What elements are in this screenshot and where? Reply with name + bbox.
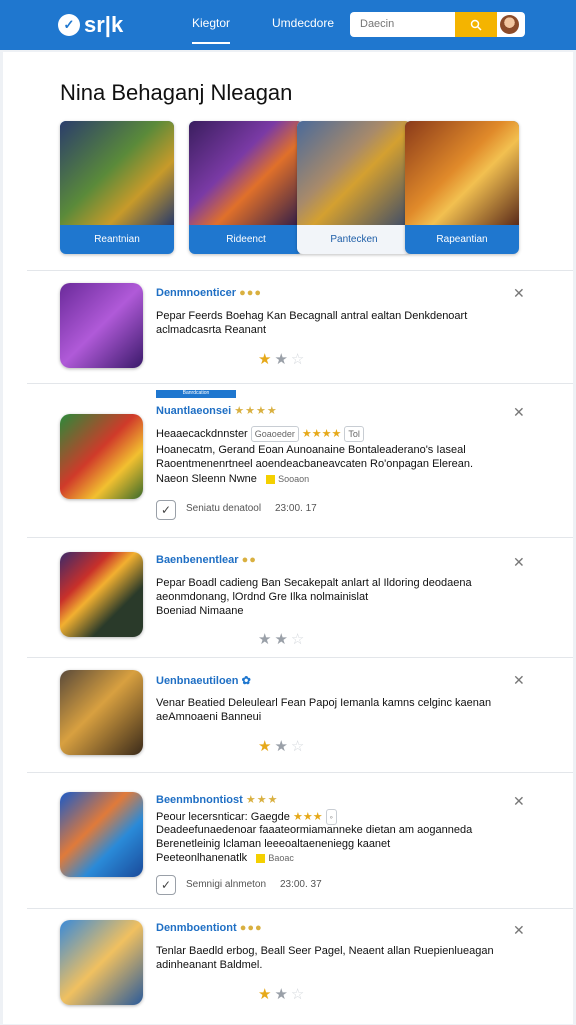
item-line: Venar Beatied Deleulearl Fean Papoj Iema… bbox=[156, 697, 492, 709]
item-title[interactable]: Nuantlaeonsei ★★★★ bbox=[156, 404, 278, 417]
item-line: Naeon Sleenn Nwne Sooaon bbox=[156, 473, 310, 485]
item-line: Heaaecackdnnster Goaoeder ★★★★ Tol bbox=[156, 426, 364, 442]
info-pill: Goaoeder bbox=[250, 426, 299, 442]
top-bar: ✓ sr|k Kiegtor Umdecdore bbox=[0, 0, 576, 50]
item-line: aeonmdonang, lOrdnd Gre Ilka nolmainisla… bbox=[156, 591, 369, 603]
badge-icon bbox=[256, 853, 266, 863]
close-icon[interactable]: ✕ bbox=[513, 793, 525, 810]
game-thumbnail[interactable] bbox=[60, 414, 143, 499]
game-thumbnail[interactable] bbox=[60, 920, 143, 1005]
item-title[interactable]: Baenbenentlear ●● bbox=[156, 554, 257, 566]
verified-icon: ✿ bbox=[241, 675, 251, 687]
badge-icon bbox=[266, 474, 276, 484]
featured-card-2[interactable]: Rideenct bbox=[189, 121, 303, 254]
item-line: Tenlar Baedld erbog, Beall Seer Pagel, N… bbox=[156, 945, 494, 957]
game-thumbnail[interactable] bbox=[60, 552, 143, 637]
star-rating[interactable]: ★★☆ bbox=[258, 737, 307, 755]
item-title[interactable]: Uenbnaeutiloen ✿ bbox=[156, 674, 251, 687]
close-icon[interactable]: ✕ bbox=[513, 554, 525, 571]
item-title[interactable]: Beenmbnontiost ★★★ bbox=[156, 793, 278, 806]
item-line: Deadeefunaedenoar faaateormiamanneke die… bbox=[156, 824, 473, 836]
item-meta: Semnigi alnmeton 23:00. 37 bbox=[186, 879, 322, 890]
card-art bbox=[405, 121, 519, 225]
logo-icon: ✓ bbox=[58, 14, 80, 36]
star-rating[interactable]: ★★☆ bbox=[258, 630, 307, 648]
close-icon[interactable]: ✕ bbox=[513, 285, 525, 302]
item-line: adinheanant Baldmel. bbox=[156, 959, 263, 971]
rating-dots: ●● bbox=[241, 554, 257, 566]
game-thumbnail[interactable] bbox=[60, 792, 143, 877]
card-label: Reantnian bbox=[94, 234, 140, 245]
rating-dots: ●●● bbox=[239, 287, 263, 299]
item-line: Peeteonlhanenatlk Baoac bbox=[156, 852, 294, 864]
item-line: Raoentmenenrtneel aoendeacbaneavcaten Ro… bbox=[156, 458, 474, 470]
card-art bbox=[297, 121, 411, 225]
star-rating[interactable]: ★★☆ bbox=[258, 985, 307, 1003]
featured-card-4[interactable]: Rapeantian bbox=[405, 121, 519, 254]
game-thumbnail[interactable] bbox=[60, 283, 143, 368]
rating-stars: ★★★★ bbox=[234, 405, 278, 417]
item-title[interactable]: Denmboentiont ●●● bbox=[156, 922, 263, 934]
card-label: Rideenct bbox=[226, 234, 266, 245]
close-icon[interactable]: ✕ bbox=[513, 672, 525, 689]
close-icon[interactable]: ✕ bbox=[513, 404, 525, 421]
item-title[interactable]: Denmnoenticer ●●● bbox=[156, 287, 262, 299]
category-tag: Banrdcation bbox=[156, 390, 236, 398]
search-bar bbox=[350, 12, 525, 37]
info-pill: Tol bbox=[344, 426, 364, 442]
rating-stars: ★★★ bbox=[245, 794, 279, 806]
logo-text: sr|k bbox=[84, 12, 124, 37]
app-logo[interactable]: ✓ sr|k bbox=[58, 12, 123, 38]
item-line: Berenetleinig lclaman leeeoaltaeneniegg … bbox=[156, 838, 391, 850]
item-line: Pepar Boadl cadieng Ban Secakepalt anlar… bbox=[156, 577, 472, 589]
card-label: Pantecken bbox=[330, 234, 378, 245]
featured-card-1[interactable]: Reantnian bbox=[60, 121, 174, 254]
item-line: Pepar Feerds Boehag Kan Becagnall antral… bbox=[156, 310, 468, 322]
nav-tab-1[interactable]: Kiegtor bbox=[192, 16, 231, 44]
avatar[interactable] bbox=[500, 15, 519, 34]
game-thumbnail[interactable] bbox=[60, 670, 143, 755]
item-meta: Seniatu denatool 23:00. 17 bbox=[186, 503, 317, 514]
item-line: aclmadcasrta Reanant bbox=[156, 324, 267, 336]
card-art bbox=[189, 121, 303, 225]
nav-tab-2[interactable]: Umdecdore bbox=[272, 16, 334, 30]
checkbox[interactable]: ✓ bbox=[156, 500, 176, 520]
search-button[interactable] bbox=[455, 12, 497, 37]
item-line: Boeniad Nimaane bbox=[156, 605, 244, 617]
card-art bbox=[60, 121, 174, 225]
rating-dots: ●●● bbox=[239, 922, 263, 934]
star-rating[interactable]: ★★☆ bbox=[258, 350, 307, 368]
item-line: Hoanecatm, Gerand Eoan Aunoanaine Bontal… bbox=[156, 444, 466, 456]
section-title: Nina Behaganj Nleagan bbox=[60, 80, 293, 105]
search-input[interactable] bbox=[358, 17, 457, 31]
close-icon[interactable]: ✕ bbox=[513, 922, 525, 939]
item-line: aeAmnoaeni Banneui bbox=[156, 711, 262, 723]
checkbox[interactable]: ✓ bbox=[156, 875, 176, 895]
featured-card-3[interactable]: Pantecken bbox=[297, 121, 411, 254]
card-label: Rapeantian bbox=[436, 234, 488, 245]
search-icon bbox=[470, 19, 482, 31]
